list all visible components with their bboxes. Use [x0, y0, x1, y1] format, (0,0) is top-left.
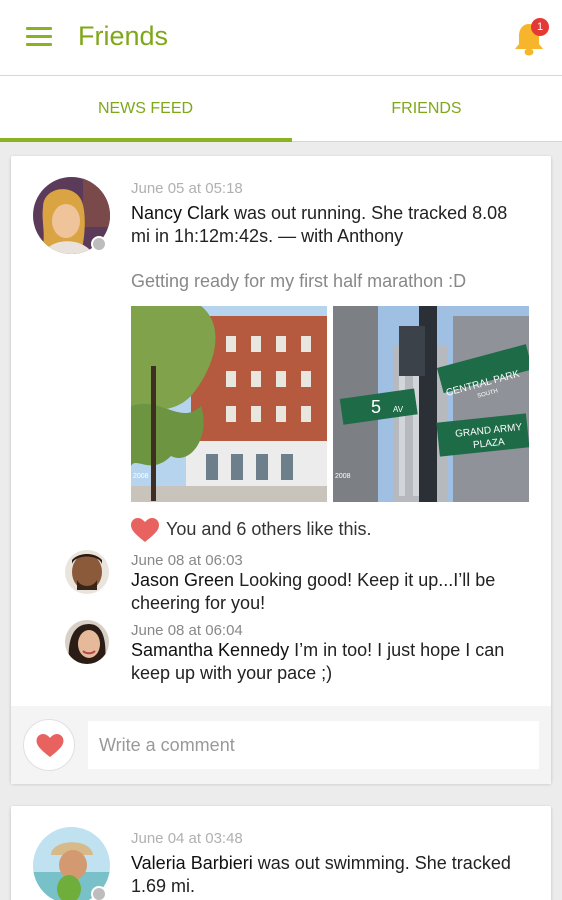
activity-badge-icon	[91, 236, 107, 252]
post-activity-text: Valeria Barbieri was out swimming. She t…	[131, 852, 531, 898]
post-author-name[interactable]: Valeria Barbieri	[131, 853, 253, 873]
photo-watermark: 2008	[335, 473, 351, 480]
like-button[interactable]	[23, 719, 75, 771]
post-photo[interactable]: 5 AV CENTRAL PARK SOUTH GRAND ARMY PLAZA…	[333, 306, 529, 502]
feed-post-card: June 05 at 05:18 Nancy Clark was out run…	[11, 156, 551, 784]
comment: June 08 at 06:03 Jason Green Looking goo…	[131, 552, 531, 615]
sign-text-5: 5	[371, 397, 381, 417]
heart-icon	[36, 734, 64, 758]
post-timestamp: June 05 at 05:18	[131, 180, 243, 197]
tab-bar: NEWS FEED FRIENDS	[0, 76, 562, 142]
comment: June 08 at 06:04 Samantha Kennedy I’m in…	[131, 622, 531, 685]
post-activity-text: Nancy Clark was out running. She tracked…	[131, 202, 531, 248]
post-author-name[interactable]: Nancy Clark	[131, 203, 229, 223]
likes-summary[interactable]: You and 6 others like this.	[166, 519, 371, 540]
comment-input[interactable]	[88, 721, 539, 769]
avatar[interactable]	[65, 550, 109, 594]
avatar[interactable]	[65, 620, 109, 664]
comment-text: Samantha Kennedy I’m in too! I just hope…	[131, 639, 531, 685]
tab-friends[interactable]: FRIENDS	[286, 76, 562, 142]
post-photo[interactable]: 2008	[131, 306, 327, 502]
post-caption: Getting ready for my first half marathon…	[131, 271, 467, 291]
tab-news-feed[interactable]: NEWS FEED	[5, 76, 286, 142]
app-bar: Friends 1	[0, 0, 562, 76]
heart-icon[interactable]	[131, 518, 159, 543]
comment-bar	[11, 706, 551, 784]
comment-text: Jason Green Looking good! Keep it up...I…	[131, 569, 531, 615]
feed-post-card: June 04 at 03:48 Valeria Barbieri was ou…	[11, 806, 551, 900]
activity-badge-icon	[91, 886, 107, 900]
comment-timestamp: June 08 at 06:03	[131, 552, 243, 569]
comment-timestamp: June 08 at 06:04	[131, 622, 243, 639]
menu-icon[interactable]	[26, 27, 52, 47]
comment-author-name[interactable]: Jason Green	[131, 570, 234, 590]
active-tab-indicator	[0, 138, 292, 142]
notifications-button[interactable]: 1	[512, 18, 549, 58]
photo-watermark: 2008	[133, 473, 149, 480]
comment-author-name[interactable]: Samantha Kennedy	[131, 640, 289, 660]
sign-text-av: AV	[393, 405, 404, 414]
page-title: Friends	[78, 21, 169, 51]
post-timestamp: June 04 at 03:48	[131, 830, 243, 847]
notification-badge: 1	[531, 18, 549, 36]
